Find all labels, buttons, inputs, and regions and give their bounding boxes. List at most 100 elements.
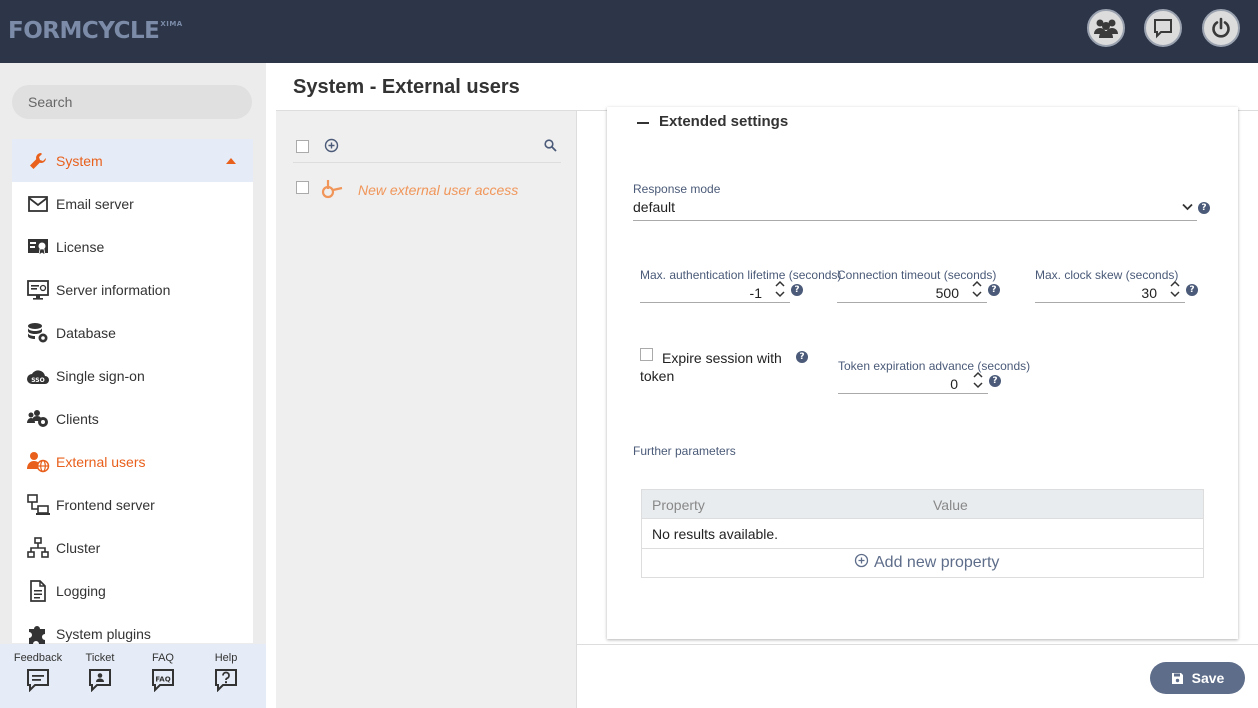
expire-session-label-2: token <box>640 368 675 384</box>
database-icon <box>26 321 50 345</box>
chat-button[interactable] <box>1144 9 1182 47</box>
add-property-button[interactable]: Add new property <box>642 549 1203 577</box>
sidebar-item-external-users[interactable]: External users <box>12 440 253 483</box>
sidebar-item-cluster[interactable]: Cluster <box>12 526 253 569</box>
svg-text:SSO: SSO <box>31 377 44 384</box>
sidebar-footer: Feedback Ticket FAQ FAQ Help <box>0 644 266 708</box>
list-item-checkbox[interactable] <box>296 181 309 194</box>
column-property[interactable]: Property <box>652 497 705 513</box>
table-row: No results available. <box>642 519 1203 549</box>
auth-lifetime-underline <box>640 302 790 303</box>
sidebar: System Email server License Server infor… <box>0 63 266 708</box>
response-mode-select[interactable]: default <box>633 199 675 215</box>
ticket-link[interactable]: Ticket <box>70 652 130 695</box>
help-icon[interactable]: ? <box>989 375 1001 387</box>
document-icon <box>26 579 50 603</box>
floppy-disk-icon <box>1171 672 1183 684</box>
sidebar-item-label: Database <box>56 324 116 341</box>
table-header: Property Value <box>642 490 1203 519</box>
sidebar-item-label: System plugins <box>56 625 151 642</box>
sidebar-item-label: Frontend server <box>56 496 155 513</box>
expire-session-label: Expire session with <box>662 350 782 366</box>
help-link[interactable]: Help <box>196 652 256 695</box>
further-params-label: Further parameters <box>633 444 736 458</box>
sidebar-item-label: License <box>56 238 105 255</box>
sidebar-item-label: System <box>56 152 103 169</box>
puzzle-icon <box>26 622 50 646</box>
sidebar-item-frontend-server[interactable]: Frontend server <box>12 483 253 526</box>
save-label: Save <box>1191 670 1225 686</box>
sidebar-item-license[interactable]: License <box>12 225 253 268</box>
list-item[interactable]: New external user access <box>293 177 561 203</box>
license-icon <box>26 235 50 259</box>
column-value[interactable]: Value <box>933 497 968 513</box>
envelope-icon <box>26 192 50 216</box>
search-input[interactable] <box>12 85 252 119</box>
list-toolbar <box>293 133 561 163</box>
detail-panel: Extended settings Response mode default … <box>577 107 1258 708</box>
sidebar-item-logging[interactable]: Logging <box>12 569 253 612</box>
page-title: System - External users <box>293 76 520 98</box>
caret-up-icon[interactable] <box>226 158 236 164</box>
spinner-icon[interactable] <box>972 280 982 298</box>
chat-icon <box>1154 19 1172 39</box>
monitor-info-icon <box>26 278 50 302</box>
save-button[interactable]: Save <box>1150 662 1245 694</box>
select-all-checkbox[interactable] <box>296 140 309 153</box>
token-advance-input[interactable]: 0 <box>838 376 958 392</box>
logo-sup: XIMA <box>160 20 183 28</box>
response-mode-underline <box>633 220 1197 221</box>
auth-lifetime-input[interactable]: -1 <box>640 285 762 301</box>
sidebar-item-server-information[interactable]: Server information <box>12 268 253 311</box>
external-access-icon <box>321 180 343 199</box>
clock-skew-label: Max. clock skew (seconds) <box>1035 268 1179 282</box>
section-title[interactable]: Extended settings <box>659 113 788 130</box>
clock-skew-underline <box>1035 302 1185 303</box>
spinner-icon[interactable] <box>973 371 983 389</box>
footer-label: Ticket <box>85 652 115 664</box>
users-button[interactable] <box>1087 9 1125 47</box>
help-icon[interactable]: ? <box>791 284 803 296</box>
help-icon[interactable]: ? <box>988 284 1000 296</box>
sidebar-item-label: Logging <box>56 582 106 599</box>
logo: FORMCYCLEXIMA <box>8 18 183 44</box>
search-icon[interactable] <box>544 139 557 152</box>
faq-link[interactable]: FAQ FAQ <box>133 652 193 695</box>
parameters-table: Property Value No results available. Add… <box>641 489 1204 578</box>
empty-message: No results available. <box>652 526 779 542</box>
sidebar-item-label: Server information <box>56 281 171 298</box>
feedback-link[interactable]: Feedback <box>8 652 68 695</box>
help-icon[interactable]: ? <box>796 351 808 363</box>
ticket-icon <box>89 669 111 693</box>
help-icon[interactable]: ? <box>1186 284 1198 296</box>
faq-icon: FAQ <box>152 669 174 693</box>
sidebar-item-system[interactable]: System <box>12 139 253 182</box>
sidebar-item-single-sign-on[interactable]: SSO Single sign-on <box>12 354 253 397</box>
chevron-down-icon[interactable] <box>1182 203 1193 211</box>
conn-timeout-input[interactable]: 500 <box>837 285 959 301</box>
sidebar-item-clients[interactable]: Clients <box>12 397 253 440</box>
sidebar-item-label: Single sign-on <box>56 367 145 384</box>
spinner-icon[interactable] <box>1170 280 1180 298</box>
wrench-icon <box>26 149 50 173</box>
spinner-icon[interactable] <box>775 280 785 298</box>
clients-icon <box>26 407 50 431</box>
add-circle-icon[interactable] <box>324 138 339 153</box>
title-bar: System - External users <box>276 63 1258 111</box>
help-icon <box>215 669 237 693</box>
sidebar-nav: System Email server License Server infor… <box>12 139 253 646</box>
action-bar: Save <box>577 644 1258 708</box>
svg-text:FAQ: FAQ <box>155 676 170 684</box>
expire-session-checkbox[interactable] <box>640 348 653 361</box>
collapse-icon[interactable] <box>637 122 649 124</box>
clock-skew-input[interactable]: 30 <box>1035 285 1157 301</box>
list-panel: New external user access <box>276 111 577 708</box>
logout-button[interactable] <box>1202 9 1240 47</box>
conn-timeout-underline <box>837 302 987 303</box>
help-icon[interactable]: ? <box>1198 202 1210 214</box>
sidebar-item-database[interactable]: Database <box>12 311 253 354</box>
sidebar-item-label: Email server <box>56 195 134 212</box>
sidebar-item-email-server[interactable]: Email server <box>12 182 253 225</box>
external-user-icon <box>26 450 50 474</box>
top-bar: FORMCYCLEXIMA <box>0 0 1258 63</box>
